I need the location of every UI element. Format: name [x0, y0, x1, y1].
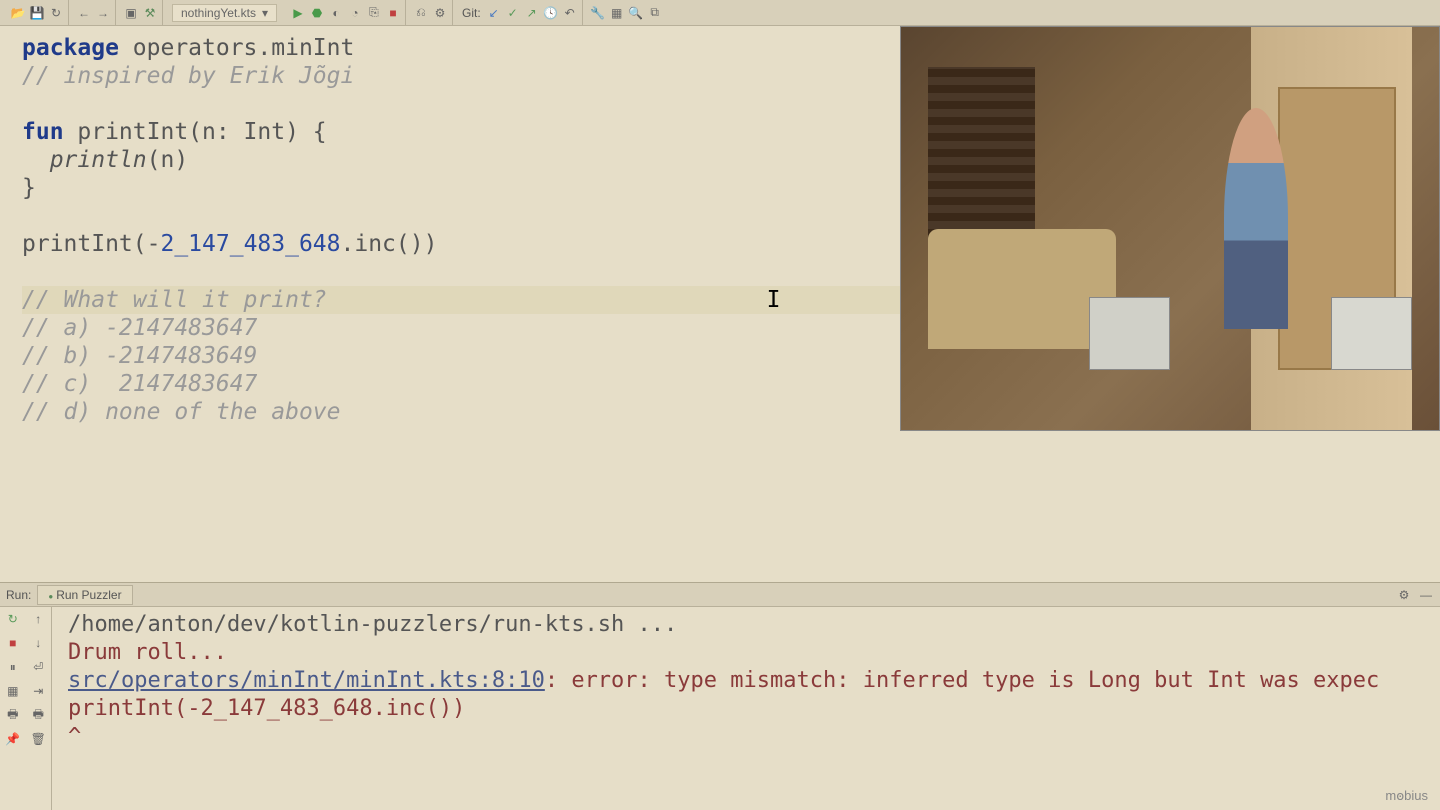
- layout-icon[interactable]: ▦: [0, 679, 26, 703]
- attach-icon[interactable]: ⎘: [366, 5, 382, 21]
- git-commit-icon[interactable]: ✓: [505, 5, 521, 21]
- code-comment: // inspired by Erik Jõgi: [22, 63, 354, 89]
- hammer-icon[interactable]: ⚒: [142, 5, 158, 21]
- code-comment: // b) -2147483649: [22, 343, 257, 369]
- main-toolbar: 📂 💾 ↻ ← → ▣ ⚒ nothingYet.kts ▾ ▶ ⬣ ◐ ◔ ⎘…: [0, 0, 1440, 26]
- run-output[interactable]: /home/anton/dev/kotlin-puzzlers/run-kts.…: [52, 607, 1440, 810]
- code-text: }: [22, 175, 36, 201]
- code-keyword: package: [22, 35, 119, 61]
- stop-icon[interactable]: ■: [385, 5, 401, 21]
- pin-icon[interactable]: 📌: [0, 727, 26, 751]
- gear-icon[interactable]: ⚙: [1396, 587, 1412, 603]
- watermark: mꙩbius: [1385, 788, 1428, 804]
- code-comment: // a) -2147483647: [22, 315, 257, 341]
- git-label: Git:: [462, 6, 481, 20]
- copy-icon[interactable]: ⧉: [647, 5, 663, 21]
- stop-icon[interactable]: ■: [0, 631, 26, 655]
- coverage-icon[interactable]: ◐: [328, 5, 344, 21]
- debug-icon[interactable]: ⬣: [309, 5, 325, 21]
- wrap-icon[interactable]: ⏎: [26, 655, 52, 679]
- print-icon[interactable]: 🖶: [0, 703, 26, 727]
- structure-icon[interactable]: ▦: [609, 5, 625, 21]
- code-editor[interactable]: package operators.minInt // inspired by …: [0, 26, 1440, 582]
- pause-icon[interactable]: ⏸: [0, 655, 26, 679]
- output-line: Drum roll...: [68, 639, 1424, 667]
- code-keyword: fun: [22, 119, 64, 145]
- run-panel: Run: Run Puzzler ⚙ — ↻ ↑ ■ ↓ ⏸ ⏎ ▦ ⇥: [0, 582, 1440, 810]
- minimize-icon[interactable]: —: [1418, 587, 1434, 603]
- git-history-icon[interactable]: 🕓: [543, 5, 559, 21]
- code-text: printInt(-: [22, 231, 160, 257]
- run-header: Run: Run Puzzler ⚙ —: [0, 583, 1440, 607]
- output-line: /home/anton/dev/kotlin-puzzlers/run-kts.…: [68, 611, 1424, 639]
- profile-icon[interactable]: ◔: [347, 5, 363, 21]
- run-label: Run:: [6, 588, 31, 602]
- trash-icon[interactable]: 🗑: [26, 727, 52, 751]
- code-package: operators.minInt: [119, 35, 354, 61]
- overlay-video: [900, 26, 1440, 431]
- run-sidebar: ↻ ↑ ■ ↓ ⏸ ⏎ ▦ ⇥ 🖶 🖶 📌 🗑: [0, 607, 52, 810]
- output-line: src/operators/minInt/minInt.kts:8:10: er…: [68, 667, 1424, 695]
- dropdown-arrow-icon: ▾: [262, 6, 268, 20]
- git-update-icon[interactable]: ↙: [486, 5, 502, 21]
- search-icon[interactable]: 🔍: [628, 5, 644, 21]
- git-push-icon[interactable]: ↗: [524, 5, 540, 21]
- code-comment: // c) 2147483647: [22, 371, 257, 397]
- code-function: println: [50, 147, 147, 173]
- open-icon[interactable]: 📂: [10, 5, 26, 21]
- rerun-icon[interactable]: ↻: [0, 607, 26, 631]
- back-icon[interactable]: ←: [76, 5, 92, 21]
- code-text: (n): [147, 147, 189, 173]
- code-comment: // d) none of the above: [22, 399, 341, 425]
- file-name: nothingYet.kts: [181, 6, 256, 20]
- save-icon[interactable]: 💾: [29, 5, 45, 21]
- up-icon[interactable]: ↑: [26, 607, 52, 631]
- code-text: .inc()): [341, 231, 438, 257]
- layout-icon[interactable]: ▣: [123, 5, 139, 21]
- tool-icon[interactable]: ⚙: [432, 5, 448, 21]
- forward-icon[interactable]: →: [95, 5, 111, 21]
- error-link[interactable]: src/operators/minInt/minInt.kts:8:10: [68, 668, 545, 693]
- print2-icon[interactable]: 🖶: [26, 703, 52, 727]
- editor-cursor: I: [767, 287, 781, 313]
- scroll-icon[interactable]: ⇥: [26, 679, 52, 703]
- git-revert-icon[interactable]: ↶: [562, 5, 578, 21]
- refresh-icon[interactable]: ↻: [48, 5, 64, 21]
- code-number: 2_147_483_648: [160, 231, 340, 257]
- vcs-icon[interactable]: ⎌: [413, 5, 429, 21]
- output-line: printInt(-2_147_483_648.inc()): [68, 695, 1424, 723]
- down-icon[interactable]: ↓: [26, 631, 52, 655]
- code-comment: // What will it print?: [22, 287, 327, 313]
- run-config-dropdown[interactable]: nothingYet.kts ▾: [172, 4, 277, 22]
- settings-icon[interactable]: 🔧: [590, 5, 606, 21]
- run-icon[interactable]: ▶: [290, 5, 306, 21]
- code-text: printInt(n: Int) {: [64, 119, 327, 145]
- output-caret: ^: [68, 723, 1424, 751]
- run-tab[interactable]: Run Puzzler: [37, 585, 132, 605]
